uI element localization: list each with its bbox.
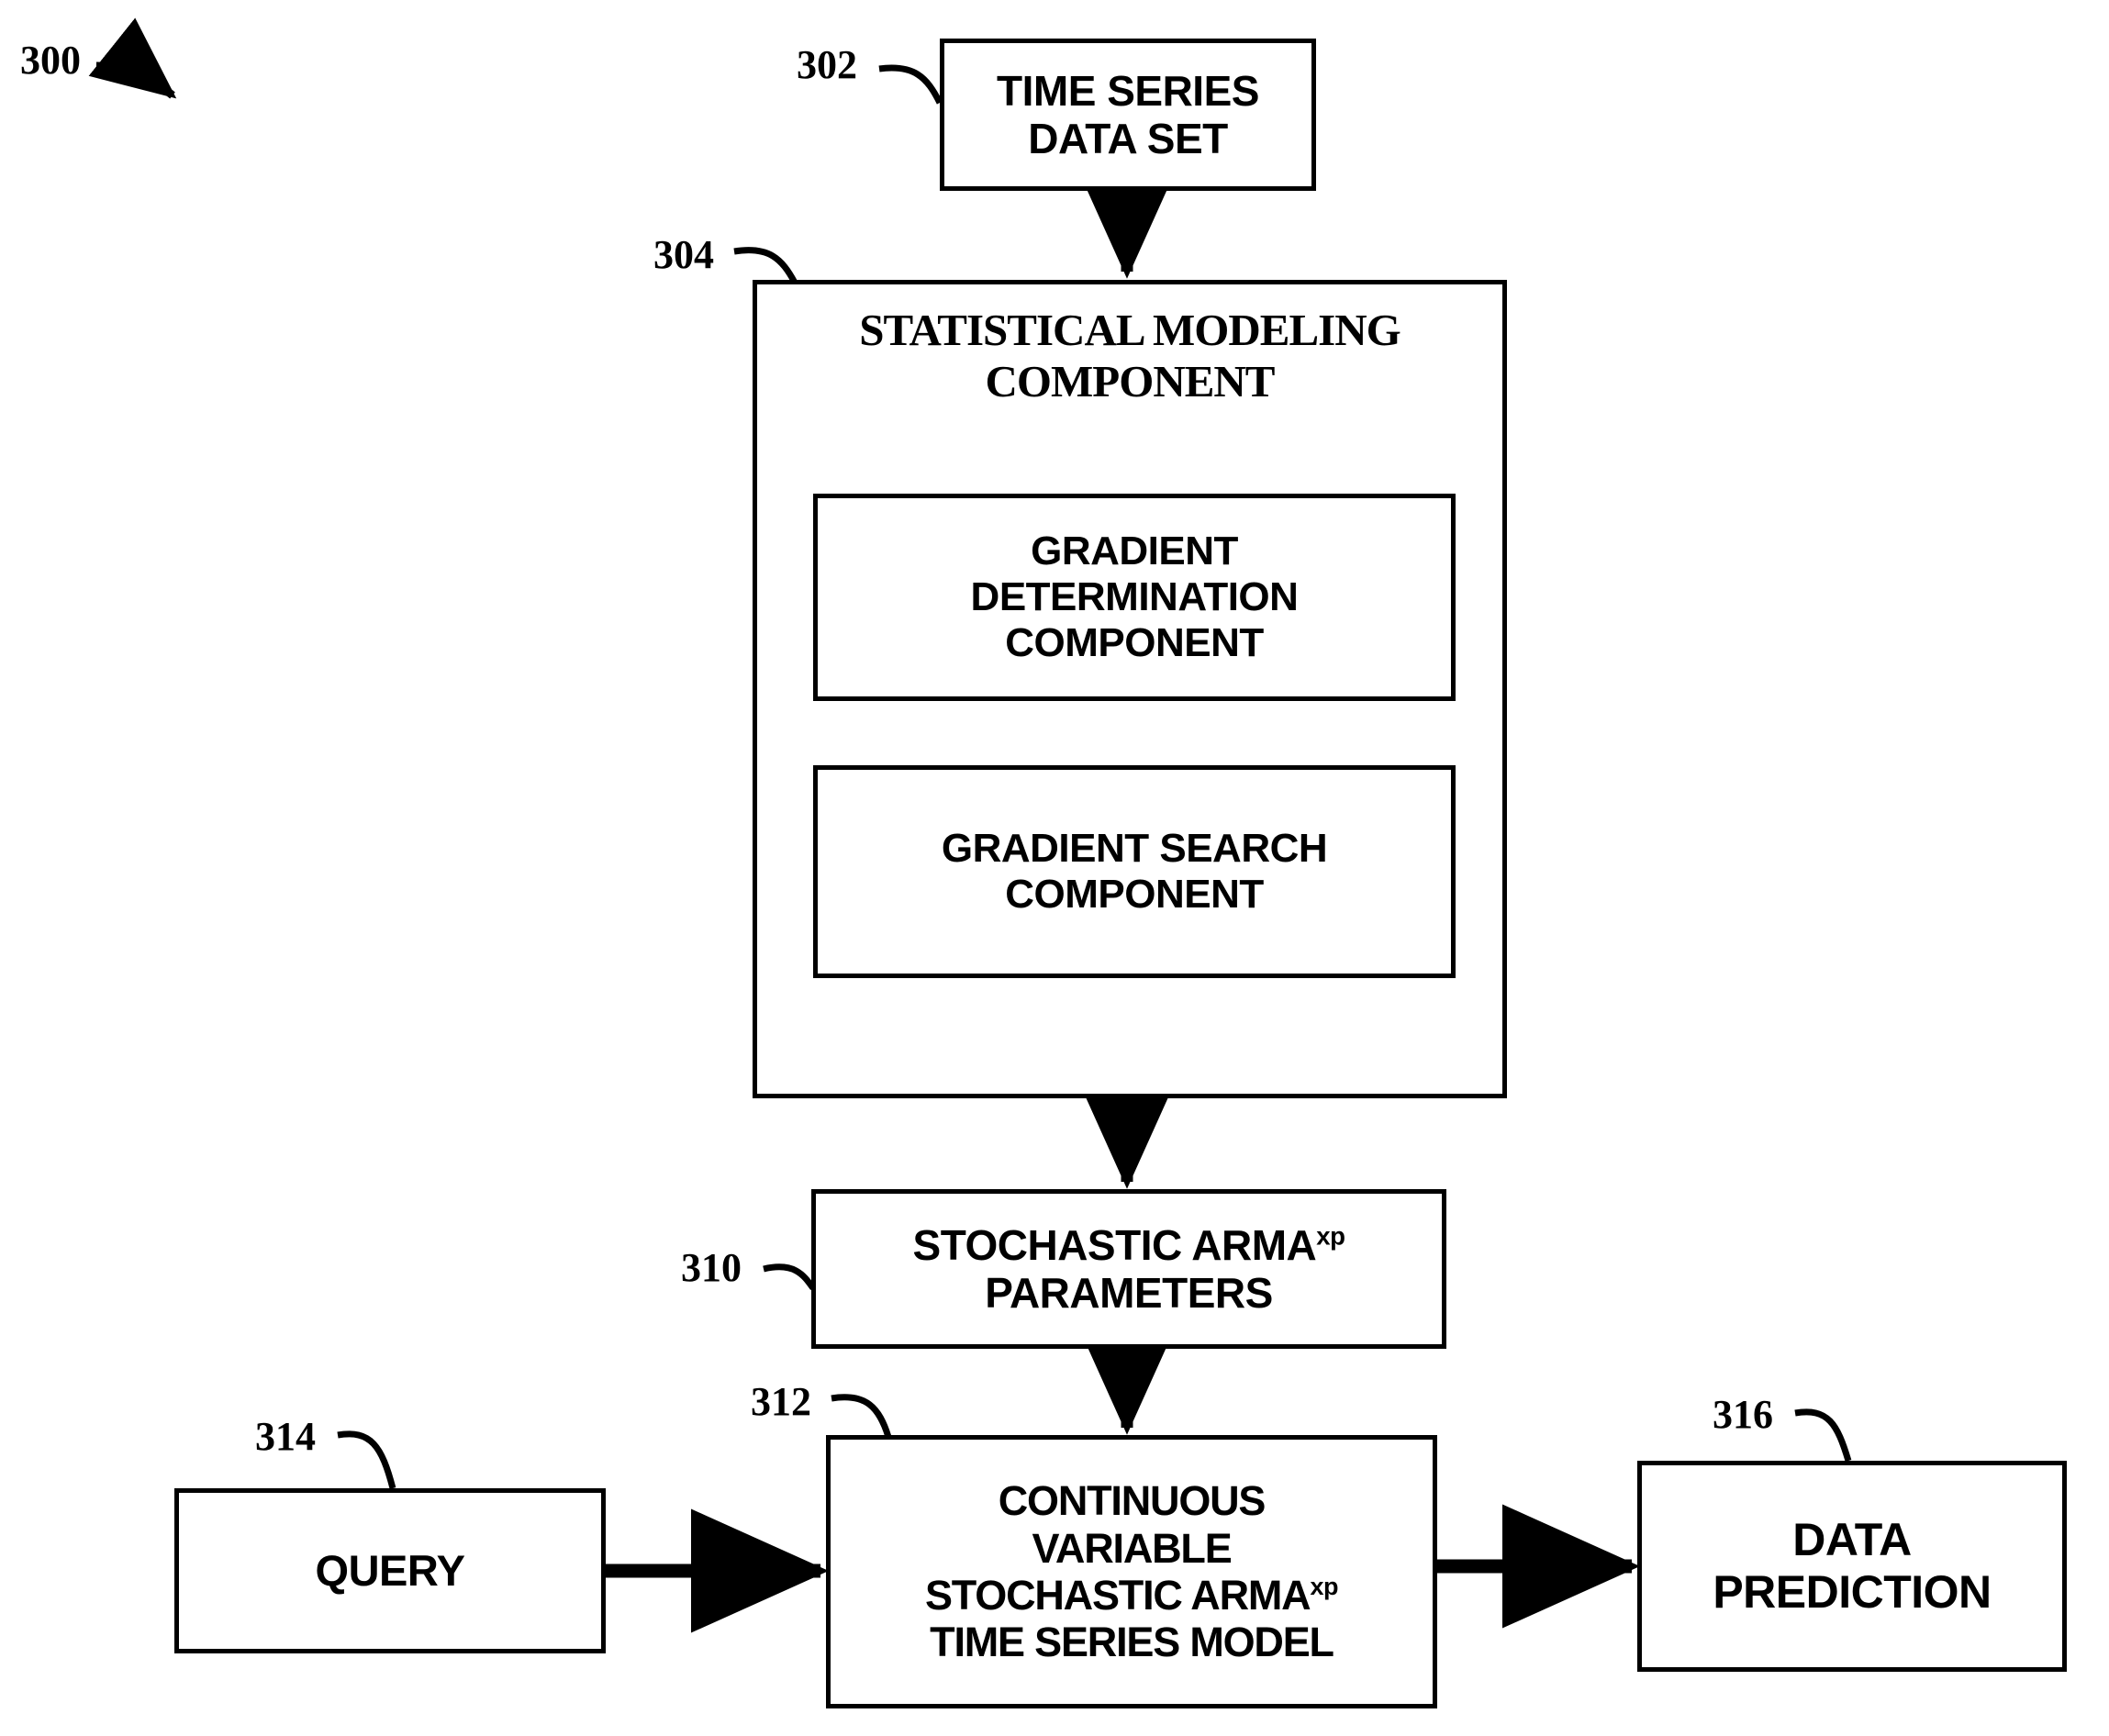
figure-lead-arrow — [88, 17, 177, 99]
block-cv-model-line3-base: STOCHASTIC ARMA — [924, 1572, 1311, 1619]
reference-numeral-304: 304 — [653, 232, 714, 277]
reference-numeral-312: 312 — [751, 1379, 811, 1424]
block-gradient-search-component-line1: GRADIENT SEARCH — [941, 825, 1328, 871]
reference-numeral-316: 316 — [1713, 1392, 1773, 1437]
block-statistical-modeling-component-line1: STATISTICAL MODELING — [859, 305, 1400, 355]
block-cv-model-superscript: xp — [1310, 1573, 1338, 1600]
reference-numeral-300: 300 — [20, 38, 81, 83]
block-query-line1: QUERY — [315, 1546, 465, 1596]
reference-numeral-310: 310 — [681, 1245, 742, 1290]
block-gradient-search-component: GRADIENT SEARCH COMPONENT — [813, 765, 1456, 978]
block-stochastic-arma-parameters: STOCHASTIC ARMAxp PARAMETERS — [811, 1189, 1446, 1349]
leader-316 — [1794, 1408, 1852, 1463]
block-statistical-modeling-component-line2: COMPONENT — [985, 355, 1276, 406]
block-cv-model-line4: TIME SERIES MODEL — [930, 1619, 1334, 1666]
block-cv-model-line1: CONTINUOUS — [998, 1477, 1267, 1525]
figure-canvas: 300 302 304 306 308 310 312 314 316 TIME… — [0, 0, 2109, 1736]
block-data-prediction-line2: PREDICTION — [1713, 1566, 1992, 1618]
reference-numeral-314: 314 — [255, 1414, 316, 1459]
leader-310 — [763, 1263, 816, 1291]
leader-312 — [831, 1394, 892, 1439]
block-stochastic-arma-parameters-superscript: xp — [1316, 1221, 1345, 1251]
block-gradient-determination-component-line3: COMPONENT — [1005, 620, 1264, 666]
block-stochastic-arma-parameters-line1: STOCHASTIC ARMAxp — [913, 1221, 1345, 1269]
block-time-series-data-set-line1: TIME SERIES — [997, 66, 1259, 115]
leader-314 — [337, 1430, 396, 1489]
block-stochastic-arma-parameters-line1-base: STOCHASTIC ARMA — [912, 1220, 1317, 1269]
block-query: QUERY — [174, 1488, 606, 1653]
block-stochastic-arma-parameters-line2: PARAMETERS — [985, 1269, 1273, 1317]
block-gradient-search-component-line2: COMPONENT — [1005, 872, 1264, 917]
block-time-series-data-set: TIME SERIES DATA SET — [940, 39, 1316, 191]
block-time-series-data-set-line2: DATA SET — [1028, 115, 1228, 162]
block-data-prediction: DATA PREDICTION — [1637, 1461, 2067, 1672]
block-cv-model-line3: STOCHASTIC ARMAxp — [924, 1572, 1339, 1619]
block-gradient-determination-component: GRADIENT DETERMINATION COMPONENT — [813, 494, 1456, 701]
block-gradient-determination-component-line2: DETERMINATION — [970, 573, 1299, 619]
reference-numeral-302: 302 — [797, 42, 857, 87]
leader-304 — [733, 247, 798, 284]
block-continuous-variable-stochastic-arma-time-series-model: CONTINUOUS VARIABLE STOCHASTIC ARMAxp TI… — [826, 1435, 1437, 1708]
leader-302 — [878, 64, 943, 105]
block-data-prediction-line1: DATA — [1792, 1514, 1912, 1565]
block-gradient-determination-component-line1: GRADIENT — [1031, 528, 1238, 573]
block-cv-model-line2: VARIABLE — [1032, 1524, 1232, 1572]
